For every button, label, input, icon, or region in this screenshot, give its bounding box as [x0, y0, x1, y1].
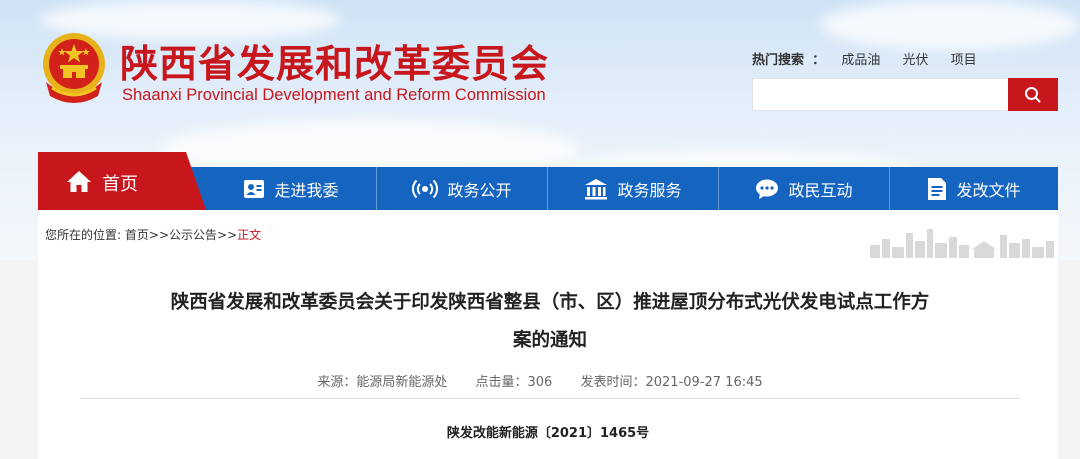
document-icon — [928, 177, 947, 200]
nav-item-label: 走进我委 — [274, 180, 339, 200]
site-subtitle: Shaanxi Provincial Development and Refor… — [122, 86, 546, 104]
article-clicks: 点击量：306 — [475, 375, 553, 390]
city-skyline-decoration — [870, 229, 1054, 260]
nav-item-label: 政务公开 — [447, 180, 512, 200]
breadcrumb-current: 正文 — [237, 228, 262, 242]
chat-icon — [756, 179, 779, 199]
building-icon — [585, 178, 608, 199]
hot-search-item[interactable]: 成品油 — [841, 53, 880, 68]
breadcrumb-prefix: 您所在的位置: — [45, 228, 122, 242]
nav-home-label: 首页 — [102, 174, 138, 195]
article-meta: 来源：能源局新能源处 点击量：306 发表时间：2021-09-27 16:45 — [300, 371, 780, 390]
nav-item-documents[interactable]: 发改文件 — [890, 167, 1058, 210]
article-title-line: 陕西省发展和改革委员会关于印发陕西省整县（市、区）推进屋顶分布式光伏发电试点工作… — [170, 292, 930, 313]
breadcrumb: 您所在的位置: 首页>>公示公告>>正文 — [45, 226, 261, 243]
article-source: 来源：能源局新能源处 — [317, 375, 448, 390]
divider — [80, 398, 1020, 399]
hot-search-separator: ： — [812, 53, 826, 68]
nav-item-gov-services[interactable]: 政务服务 — [548, 167, 718, 210]
broadcast-icon — [412, 179, 439, 198]
article-title: 陕西省发展和改革委员会关于印发陕西省整县（市、区）推进屋顶分布式光伏发电试点工作… — [120, 284, 980, 360]
nav-item-label: 政务服务 — [617, 180, 682, 200]
search-icon — [1025, 86, 1041, 103]
nav-item-gov-affairs[interactable]: 政务公开 — [377, 167, 547, 210]
hot-search-item[interactable]: 光伏 — [902, 53, 928, 68]
breadcrumb-separator: >> — [217, 228, 238, 242]
nav-home[interactable]: 首页 — [38, 152, 206, 210]
breadcrumb-home-link[interactable]: 首页 — [125, 228, 149, 242]
hot-search: 热门搜索 ： 成品油 光伏 项目 — [752, 49, 995, 68]
home-icon — [67, 171, 91, 192]
document-number: 陕发改能新能源〔2021〕1465号 — [446, 426, 650, 441]
person-card-icon — [244, 179, 265, 198]
article-published-time: 发表时间：2021-09-27 16:45 — [580, 375, 763, 390]
nav-item-about[interactable]: 走进我委 — [206, 167, 376, 210]
site-title: 陕西省发展和改革委员会 — [120, 42, 550, 86]
article-title-line: 案的通知 — [512, 330, 587, 351]
nav-item-label: 发改文件 — [956, 180, 1021, 200]
hot-search-item[interactable]: 项目 — [951, 53, 977, 68]
search-input[interactable] — [752, 78, 1008, 111]
breadcrumb-section-link[interactable]: 公示公告 — [169, 228, 217, 242]
breadcrumb-separator: >> — [148, 228, 169, 242]
search-button[interactable] — [1008, 78, 1058, 111]
nav-item-interaction[interactable]: 政民互动 — [719, 167, 889, 210]
hot-search-label: 热门搜索 — [752, 53, 805, 68]
nav-item-label: 政民互动 — [788, 180, 853, 200]
national-emblem-logo — [43, 33, 105, 103]
